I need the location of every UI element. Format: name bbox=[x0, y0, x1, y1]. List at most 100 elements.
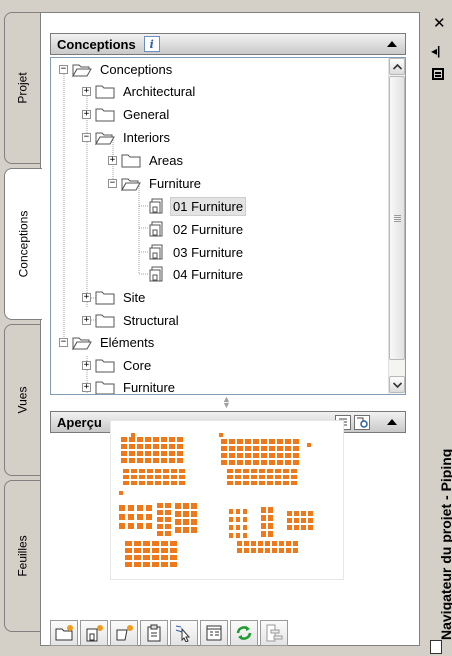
add-element-button[interactable] bbox=[110, 620, 138, 646]
tree-item[interactable]: 04 Furniture bbox=[149, 263, 245, 285]
clipboard-icon bbox=[147, 624, 161, 642]
preview-image bbox=[110, 420, 344, 580]
tree-item[interactable]: + Furniture bbox=[82, 376, 177, 395]
chevron-down-icon bbox=[392, 381, 402, 388]
preview-zoom-icon[interactable] bbox=[354, 415, 370, 430]
construct-icon bbox=[149, 198, 163, 214]
bottom-toolbar bbox=[50, 620, 290, 646]
refresh-button[interactable] bbox=[230, 620, 258, 646]
tree-item[interactable]: + Structural bbox=[82, 309, 181, 331]
collapse-toggle[interactable]: − bbox=[59, 64, 68, 74]
hierarchy-icon bbox=[266, 624, 283, 642]
collapse-toggle[interactable]: − bbox=[82, 132, 91, 142]
tab-projet-label: Projet bbox=[15, 72, 30, 104]
folder-icon bbox=[95, 359, 115, 372]
construct-icon bbox=[149, 266, 163, 282]
palette-properties-icon[interactable] bbox=[432, 68, 444, 80]
add-category-button[interactable] bbox=[50, 620, 78, 646]
preview-title: Aperçu bbox=[57, 414, 102, 430]
tree-item[interactable]: + General bbox=[82, 103, 171, 125]
tree-item-label: Site bbox=[123, 289, 146, 305]
tree-item[interactable]: − Furniture bbox=[108, 172, 203, 194]
collapse-arrow-icon[interactable] bbox=[387, 419, 397, 425]
folder-open-icon bbox=[72, 64, 92, 77]
folder-icon bbox=[95, 291, 115, 304]
tree-item[interactable]: − Interiors bbox=[82, 126, 172, 148]
tree-item-label: 01 Furniture bbox=[169, 196, 247, 216]
tree-item[interactable]: + Site bbox=[82, 286, 147, 308]
add-category-icon bbox=[55, 625, 73, 641]
palette-settings-icon[interactable] bbox=[430, 640, 442, 654]
expand-toggle[interactable]: + bbox=[82, 86, 91, 96]
conceptions-tree[interactable]: − Conceptions + Architectural + General … bbox=[50, 57, 406, 395]
expand-toggle[interactable]: + bbox=[82, 292, 91, 302]
tree-item-label: Conceptions bbox=[100, 61, 173, 77]
tree-item-label: 02 Furniture bbox=[173, 221, 244, 237]
scroll-down-button[interactable] bbox=[389, 376, 405, 393]
folder-icon bbox=[95, 85, 115, 98]
scroll-thumb[interactable] bbox=[389, 76, 405, 360]
tree-item[interactable]: − Conceptions bbox=[59, 58, 174, 80]
chevron-up-icon bbox=[392, 63, 402, 70]
tree-item[interactable]: + Areas bbox=[108, 149, 185, 171]
expand-toggle[interactable]: + bbox=[82, 382, 91, 392]
properties-button[interactable] bbox=[200, 620, 228, 646]
select-button[interactable] bbox=[170, 620, 198, 646]
folder-open-icon bbox=[121, 178, 141, 191]
expand-toggle[interactable]: + bbox=[108, 155, 117, 165]
add-element-icon bbox=[116, 625, 133, 641]
tree-item-label: Architectural bbox=[123, 83, 196, 99]
folder-icon bbox=[95, 314, 115, 327]
auto-hide-icon[interactable]: ◂| bbox=[431, 44, 440, 58]
tree-item-label: 03 Furniture bbox=[173, 244, 244, 260]
clipboard-button[interactable] bbox=[140, 620, 168, 646]
tab-conceptions[interactable]: Conceptions bbox=[4, 168, 42, 320]
close-icon[interactable]: ✕ bbox=[433, 14, 446, 32]
splitter-handle[interactable]: ▲ ▼ bbox=[222, 395, 231, 410]
construct-icon bbox=[149, 221, 163, 237]
collapse-toggle[interactable]: − bbox=[108, 178, 117, 188]
add-construct-icon bbox=[86, 625, 103, 642]
tree-item[interactable]: − Eléments bbox=[59, 331, 156, 353]
tree-item-label: Furniture bbox=[123, 379, 176, 395]
folder-icon bbox=[95, 108, 115, 121]
tree-item-label: Core bbox=[123, 357, 152, 373]
folder-open-icon bbox=[95, 132, 115, 145]
tree-item[interactable]: 03 Furniture bbox=[149, 241, 245, 263]
scroll-up-button[interactable] bbox=[389, 58, 405, 75]
tree-item-label: Eléments bbox=[100, 334, 155, 350]
tree-scrollbar[interactable] bbox=[388, 58, 405, 394]
refresh-icon bbox=[236, 626, 252, 640]
tree-item-label: Interiors bbox=[123, 129, 170, 145]
folder-open-icon bbox=[72, 337, 92, 350]
info-icon[interactable]: i bbox=[143, 36, 160, 52]
conceptions-title: Conceptions bbox=[57, 36, 136, 52]
collapse-toggle[interactable]: − bbox=[59, 337, 68, 347]
tree-item[interactable]: + Core bbox=[82, 354, 153, 376]
tree-item[interactable]: + Architectural bbox=[82, 80, 197, 102]
tab-feuilles[interactable]: Feuilles bbox=[4, 480, 40, 632]
tab-projet[interactable]: Projet bbox=[4, 12, 40, 164]
palette-title: Navigateur du projet - Piping bbox=[438, 448, 452, 640]
add-construct-button[interactable] bbox=[80, 620, 108, 646]
select-icon bbox=[175, 625, 191, 642]
tab-vues[interactable]: Vues bbox=[4, 324, 40, 476]
tree-item-label: Furniture bbox=[149, 175, 202, 191]
conceptions-header[interactable]: Conceptions i bbox=[50, 33, 406, 55]
tab-vues-label: Vues bbox=[15, 386, 30, 414]
folder-icon bbox=[121, 154, 141, 167]
folder-icon bbox=[95, 381, 115, 394]
tree-item-label: General bbox=[123, 106, 170, 122]
side-tabs: Projet Conceptions Vues Feuilles bbox=[4, 12, 42, 646]
tree-item-selected[interactable]: 01 Furniture bbox=[149, 195, 247, 217]
tab-feuilles-label: Feuilles bbox=[15, 535, 30, 577]
tree-item-label: 04 Furniture bbox=[173, 266, 244, 282]
expand-toggle[interactable]: + bbox=[82, 315, 91, 325]
collapse-arrow-icon[interactable] bbox=[387, 41, 397, 47]
expand-toggle[interactable]: + bbox=[82, 109, 91, 119]
expand-toggle[interactable]: + bbox=[82, 360, 91, 370]
tree-item-label: Structural bbox=[123, 312, 179, 328]
tree-item[interactable]: 02 Furniture bbox=[149, 218, 245, 240]
construct-icon bbox=[149, 244, 163, 260]
hierarchy-button[interactable] bbox=[260, 620, 288, 646]
